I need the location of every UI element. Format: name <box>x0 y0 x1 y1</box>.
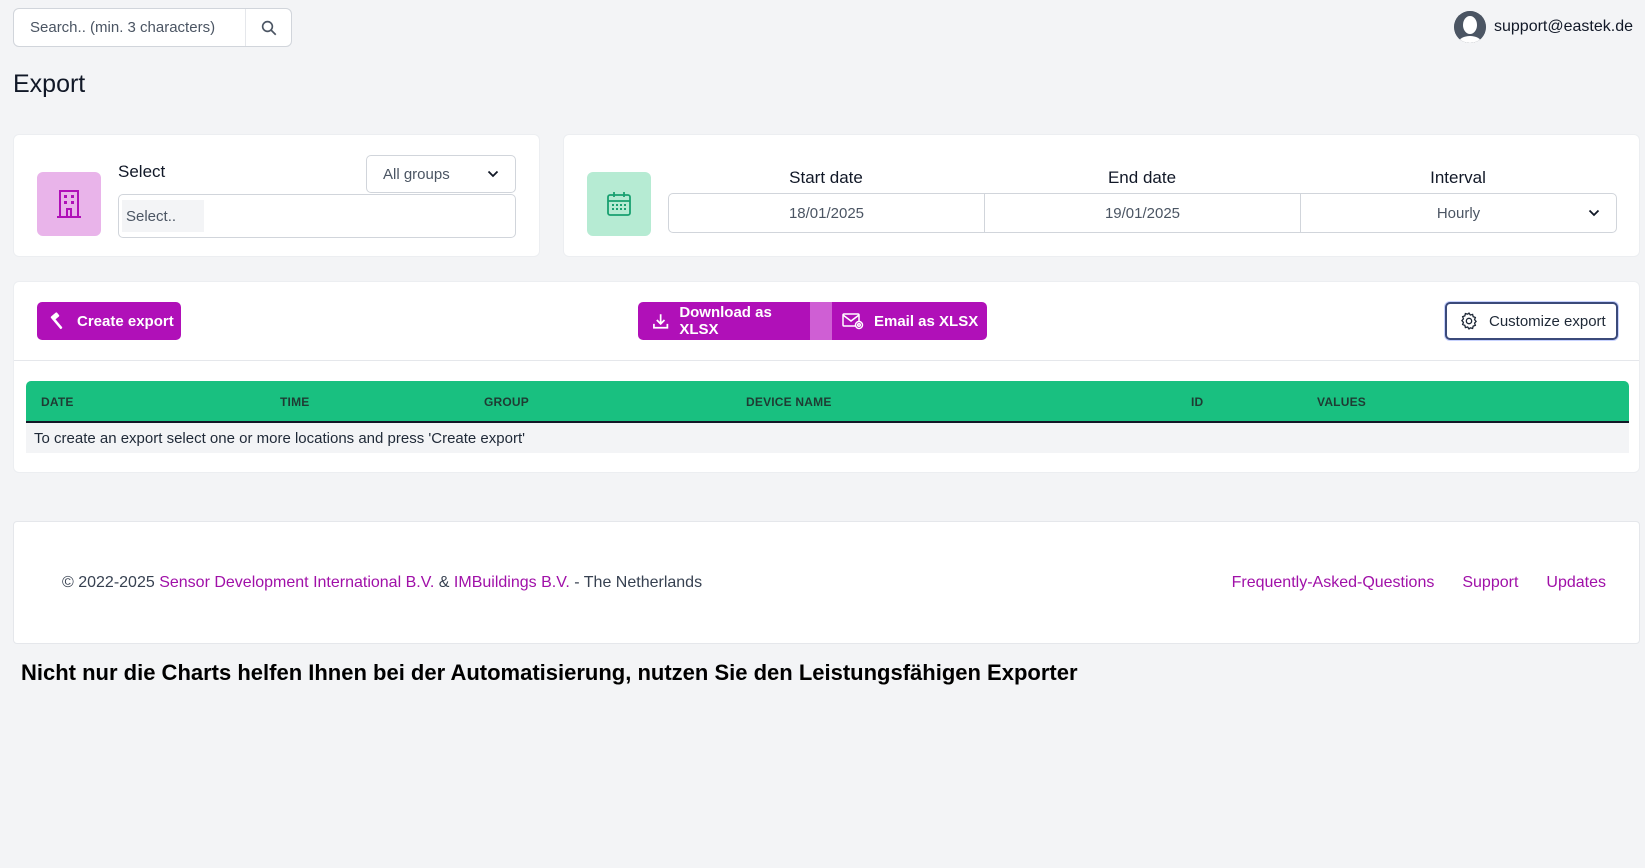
table-empty-row: To create an export select one or more l… <box>26 423 1629 453</box>
company-link-sensor-development[interactable]: Sensor Development International B.V. <box>159 574 434 591</box>
column-header-id[interactable]: ID <box>1191 395 1203 409</box>
search-button[interactable] <box>245 9 291 46</box>
ampersand-text: & <box>438 574 450 591</box>
footer: © 2022-2025 Sensor Development Internati… <box>13 521 1640 644</box>
interval-dropdown[interactable]: Hourly <box>1301 194 1616 232</box>
table-empty-message: To create an export select one or more l… <box>34 429 525 447</box>
export-table: DATE TIME GROUP DEVICE NAME ID VALUES To… <box>26 381 1629 453</box>
search-icon <box>261 20 276 35</box>
location-select-input[interactable]: Select.. <box>118 194 516 238</box>
calendar-icon <box>607 192 631 216</box>
select-label: Select <box>118 162 166 181</box>
building-icon-box <box>37 172 101 236</box>
calendar-icon-box <box>587 172 651 236</box>
footer-link-support[interactable]: Support <box>1462 574 1518 592</box>
start-date-input[interactable]: 18/01/2025 <box>669 194 985 232</box>
group-dropdown[interactable]: All groups <box>366 155 516 193</box>
copyright-text: © 2022-2025 <box>62 574 155 591</box>
avatar <box>1454 11 1486 43</box>
create-export-button[interactable]: Create export <box>37 302 181 340</box>
footer-link-faq[interactable]: Frequently-Asked-Questions <box>1232 574 1435 592</box>
download-xlsx-label: Download as XLSX <box>679 304 772 338</box>
user-menu[interactable]: support@eastek.de <box>1454 10 1633 44</box>
top-bar: support@eastek.de <box>13 8 1633 48</box>
page-title: Export <box>13 70 86 98</box>
chevron-down-icon <box>487 170 499 178</box>
search-input[interactable] <box>14 9 244 46</box>
country-text: - The Netherlands <box>574 574 703 591</box>
caption-text: Nicht nur die Charts helfen Ihnen bei de… <box>21 660 1078 685</box>
export-card: Create export Download as XLSX Email as … <box>13 281 1640 473</box>
customize-export-label: Customize export <box>1489 312 1606 330</box>
xlsx-button-group: Download as XLSX Email as XLSX <box>638 302 987 340</box>
toolbar-divider <box>14 360 1639 361</box>
date-inputs-row: 18/01/2025 19/01/2025 Hourly <box>668 193 1617 233</box>
email-icon <box>842 313 864 330</box>
footer-link-updates[interactable]: Updates <box>1546 574 1606 592</box>
user-email: support@eastek.de <box>1494 18 1633 35</box>
start-date-value: 18/01/2025 <box>788 204 865 222</box>
user-icon <box>1454 11 1486 43</box>
button-group-separator <box>810 302 832 340</box>
end-date-input[interactable]: 19/01/2025 <box>985 194 1301 232</box>
column-header-date[interactable]: DATE <box>41 395 74 409</box>
company-link-imbuildings[interactable]: IMBuildings B.V. <box>454 574 570 591</box>
end-date-label: End date <box>1107 168 1177 187</box>
email-xlsx-button[interactable]: Email as XLSX <box>832 302 987 340</box>
email-xlsx-label: Email as XLSX <box>874 312 979 330</box>
footer-copyright: © 2022-2025 Sensor Development Internati… <box>62 574 702 592</box>
chevron-down-icon <box>1588 209 1600 217</box>
footer-links: Frequently-Asked-Questions Support Updat… <box>1232 574 1606 592</box>
column-header-device-name[interactable]: DEVICE NAME <box>746 395 832 409</box>
gear-icon <box>1461 312 1477 330</box>
group-dropdown-value: All groups <box>383 165 450 183</box>
download-icon <box>653 314 669 329</box>
date-range-card: Start date End date Interval 18/01/2025 … <box>563 134 1640 257</box>
download-xlsx-button[interactable]: Download as XLSX <box>638 302 810 340</box>
column-header-values[interactable]: VALUES <box>1317 395 1366 409</box>
interval-value: Hourly <box>1436 204 1481 222</box>
location-select-placeholder: Select.. <box>122 200 204 232</box>
location-select-card: Select All groups Select.. <box>13 134 540 257</box>
table-header: DATE TIME GROUP DEVICE NAME ID VALUES <box>26 381 1629 423</box>
building-icon <box>57 190 81 218</box>
column-header-time[interactable]: TIME <box>280 395 309 409</box>
end-date-value: 19/01/2025 <box>1104 204 1181 222</box>
customize-export-button[interactable]: Customize export <box>1445 302 1618 340</box>
interval-label: Interval <box>1430 168 1486 187</box>
create-export-label: Create export <box>77 312 174 330</box>
start-date-label: Start date <box>789 168 863 187</box>
search-box <box>13 8 292 47</box>
column-header-group[interactable]: GROUP <box>484 395 529 409</box>
hammer-icon <box>50 312 63 330</box>
